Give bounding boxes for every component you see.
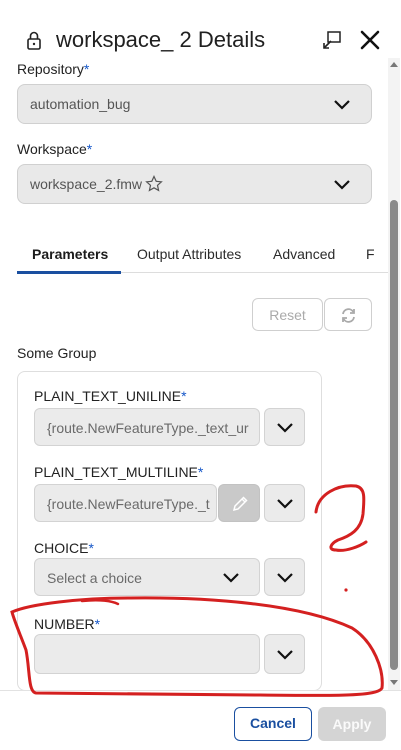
number-menu-button[interactable] <box>264 634 305 674</box>
refresh-button[interactable] <box>324 298 372 331</box>
refresh-icon <box>342 308 355 323</box>
scroll-down-arrow-icon[interactable] <box>389 679 399 687</box>
repository-select[interactable]: automation_bug <box>17 84 372 124</box>
chevron-down-icon <box>334 100 350 110</box>
edit-text-button[interactable] <box>218 484 260 522</box>
tab-output-attributes[interactable]: Output Attributes <box>137 246 241 262</box>
workspace-value: workspace_2.fmw <box>30 176 143 192</box>
plain-text-multiline-menu-button[interactable] <box>264 484 305 522</box>
scroll-up-arrow-icon[interactable] <box>389 60 399 68</box>
field-label-choice: CHOICE* <box>34 540 94 556</box>
chevron-down-icon <box>277 650 293 660</box>
field-label-number: NUMBER* <box>34 616 101 632</box>
choice-select[interactable]: Select a choice <box>34 558 260 596</box>
annotation-dot <box>344 588 348 592</box>
chevron-down-icon <box>277 423 293 433</box>
footer-divider <box>0 690 401 691</box>
lock-icon <box>27 31 41 50</box>
scrollbar-thumb[interactable] <box>390 200 398 670</box>
apply-button[interactable]: Apply <box>318 707 386 741</box>
repository-value: automation_bug <box>30 96 131 112</box>
reset-button[interactable]: Reset <box>252 298 323 331</box>
tab-parameters[interactable]: Parameters <box>32 246 108 262</box>
plain-text-multiline-value: {route.NewFeatureType._t <box>47 496 210 512</box>
workspace-select[interactable]: workspace_2.fmw <box>17 164 372 204</box>
chevron-down-icon <box>334 180 350 190</box>
workspace-label: Workspace* <box>17 141 93 157</box>
repository-label: Repository* <box>17 61 90 77</box>
panel-title: workspace_ 2 Details <box>56 27 266 52</box>
group-title: Some Group <box>17 345 97 361</box>
plain-text-multiline-input[interactable]: {route.NewFeatureType._t <box>34 484 217 522</box>
plain-text-uniline-value: {route.NewFeatureType._text_ur <box>47 420 249 436</box>
popout-icon[interactable] <box>322 30 342 50</box>
choice-placeholder: Select a choice <box>47 570 142 586</box>
tab-active-indicator <box>17 271 121 274</box>
choice-menu-button[interactable] <box>264 558 305 596</box>
field-label-plain-text-multiline: PLAIN_TEXT_MULTILINE* <box>34 464 204 480</box>
star-outline-icon[interactable] <box>145 175 163 193</box>
cancel-button[interactable]: Cancel <box>234 707 312 741</box>
pencil-icon <box>232 496 248 512</box>
chevron-down-icon <box>277 499 293 509</box>
annotation-question-mark <box>314 484 368 552</box>
close-icon[interactable] <box>359 29 381 51</box>
number-input[interactable] <box>34 634 260 674</box>
plain-text-uniline-input[interactable]: {route.NewFeatureType._text_ur <box>34 408 260 446</box>
plain-text-uniline-menu-button[interactable] <box>264 408 305 446</box>
tab-advanced[interactable]: Advanced <box>273 246 335 262</box>
chevron-down-icon <box>277 573 293 583</box>
chevron-down-icon <box>223 573 239 583</box>
tab-overflow[interactable]: F <box>366 246 376 262</box>
field-label-plain-text-uniline: PLAIN_TEXT_UNILINE* <box>34 388 187 404</box>
